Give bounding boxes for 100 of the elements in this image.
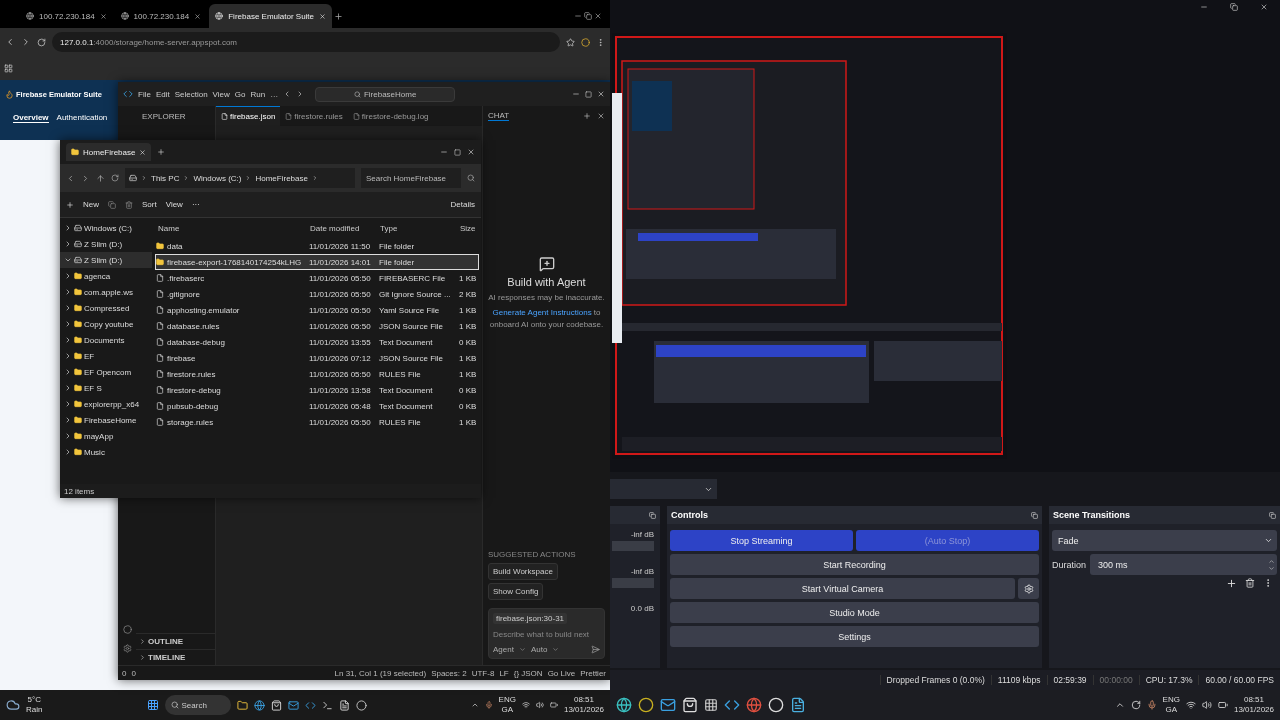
- apps-icon[interactable]: [4, 63, 13, 73]
- refresh-icon[interactable]: [111, 174, 119, 182]
- wifi-icon[interactable]: [1185, 700, 1196, 710]
- file-row[interactable]: storage.rules 11/01/2026 05:50 RULES File 1 KB: [155, 414, 479, 430]
- nav-item[interactable]: EF: [60, 348, 152, 364]
- control-button[interactable]: Start Virtual Camera: [670, 578, 1015, 599]
- status-item[interactable]: Prettier: [580, 668, 606, 678]
- status-item[interactable]: LF: [499, 668, 509, 678]
- close-icon[interactable]: [99, 12, 107, 20]
- close-icon[interactable]: [594, 12, 602, 20]
- browser-tab[interactable]: Firebase Emulator Suite: [209, 4, 333, 28]
- nav-item[interactable]: FirebaseHome: [60, 412, 152, 428]
- volume-icon[interactable]: [535, 701, 544, 709]
- chevron-icon[interactable]: [470, 701, 479, 709]
- status-item[interactable]: Spaces: 2: [431, 668, 467, 678]
- maximize-icon[interactable]: [454, 148, 461, 156]
- status-item[interactable]: {} JSON: [513, 668, 543, 678]
- file-row[interactable]: firebase 11/01/2026 07:12 JSON Source File 1 KB: [155, 350, 479, 366]
- column-header[interactable]: Date modified: [307, 223, 377, 233]
- file-row[interactable]: .firebaserc 11/01/2026 05:50 FIREBASERC File 1 KB: [155, 270, 479, 286]
- send-icon[interactable]: [591, 645, 600, 654]
- add-icon[interactable]: [1226, 578, 1237, 589]
- instructions-link[interactable]: Generate Agent Instructions: [492, 308, 592, 318]
- new-tab-icon[interactable]: [157, 148, 166, 156]
- status-item[interactable]: UTF-8: [471, 668, 495, 678]
- start-icon[interactable]: [146, 699, 159, 711]
- nav-item[interactable]: mayApp: [60, 428, 152, 444]
- menu-item[interactable]: Edit: [155, 89, 170, 99]
- nav-item[interactable]: Music: [60, 444, 152, 460]
- search-field[interactable]: Search HomeFirebase: [361, 168, 461, 188]
- chat-input[interactable]: Describe what to build next: [493, 630, 600, 639]
- close-icon[interactable]: [597, 112, 605, 120]
- transition-dropdown[interactable]: Fade: [1052, 530, 1277, 551]
- menu-item[interactable]: Selection: [174, 89, 208, 99]
- close-icon[interactable]: [319, 12, 327, 20]
- nav-item[interactable]: Documents: [60, 332, 152, 348]
- column-header[interactable]: Type: [377, 223, 457, 233]
- menu-item[interactable]: Go: [234, 89, 246, 99]
- file-row[interactable]: .gitignore 11/01/2026 05:50 Git Ignore Source ... 2 KB: [155, 286, 479, 302]
- file-row[interactable]: database-debug 11/01/2026 13:55 Text Document 0 KB: [155, 334, 479, 350]
- volume-icon[interactable]: [1201, 700, 1212, 710]
- close-icon[interactable]: [597, 90, 605, 98]
- nav-item[interactable]: Compressed: [60, 300, 152, 316]
- undock-icon[interactable]: [1269, 511, 1276, 519]
- back-icon[interactable]: [66, 173, 75, 183]
- new-button[interactable]: New: [83, 200, 99, 209]
- file-row[interactable]: firestore-debug 11/01/2026 13:58 Text Document 0 KB: [155, 382, 479, 398]
- back-icon[interactable]: [5, 37, 15, 47]
- control-button[interactable]: Start Recording: [670, 554, 1039, 575]
- circle-icon[interactable]: [768, 697, 784, 713]
- file-row[interactable]: database.rules 11/01/2026 05:50 JSON Source File 1 KB: [155, 318, 479, 334]
- control-button[interactable]: Settings: [670, 626, 1039, 647]
- close-icon[interactable]: [139, 148, 147, 156]
- terminal-icon[interactable]: [321, 699, 333, 711]
- nav-item[interactable]: Copy youtube: [60, 316, 152, 332]
- status-item[interactable]: Go Live: [547, 668, 576, 678]
- folder-icon[interactable]: [236, 699, 248, 711]
- mail-icon[interactable]: [660, 697, 676, 713]
- file-row[interactable]: apphosting.emulator 11/01/2026 05:50 Yaml Source File 1 KB: [155, 302, 479, 318]
- file-row[interactable]: data 11/01/2026 11:50 File folder: [155, 238, 479, 254]
- wifi-icon[interactable]: [521, 701, 530, 709]
- view-button[interactable]: View: [165, 200, 183, 209]
- breadcrumb-item[interactable]: HomeFirebase: [255, 173, 308, 183]
- nav-item[interactable]: agenca: [60, 268, 152, 284]
- document-icon[interactable]: [338, 699, 350, 711]
- browser-tab[interactable]: 100.72.230.184: [114, 4, 208, 28]
- code-icon[interactable]: [724, 697, 740, 713]
- editor-tab[interactable]: firebase.json: [216, 106, 281, 126]
- globe-icon[interactable]: [746, 697, 762, 713]
- duration-field[interactable]: 300 ms: [1090, 554, 1277, 575]
- breadcrumb-item[interactable]: This PC: [151, 173, 180, 183]
- nav-item[interactable]: com.apple.ws: [60, 284, 152, 300]
- close-icon[interactable]: [194, 12, 202, 20]
- maximize-icon[interactable]: [585, 90, 592, 98]
- decrement-icon[interactable]: [1268, 564, 1275, 572]
- restore-icon[interactable]: [584, 12, 592, 20]
- nav-item[interactable]: Z Slim (D:): [60, 252, 152, 268]
- model-dropdown[interactable]: Auto: [530, 645, 548, 654]
- nav-item[interactable]: Z Slim (D:): [60, 236, 152, 252]
- delete-icon[interactable]: [1245, 578, 1255, 588]
- menu-item[interactable]: Run: [250, 89, 266, 99]
- nav-item[interactable]: explorerpp_x64: [60, 396, 152, 412]
- nav-item[interactable]: EF Opencom: [60, 364, 152, 380]
- search-field[interactable]: Search: [164, 695, 231, 715]
- bag-icon[interactable]: [682, 697, 698, 713]
- battery-icon[interactable]: [549, 701, 558, 709]
- close-icon[interactable]: [1260, 3, 1268, 11]
- circle-icon[interactable]: [638, 697, 654, 713]
- circle-icon[interactable]: [355, 699, 367, 711]
- chevron-icon[interactable]: [1114, 700, 1125, 710]
- apps-icon[interactable]: [704, 698, 718, 712]
- restore-icon[interactable]: [1230, 3, 1238, 11]
- new-tab-icon[interactable]: [334, 12, 344, 21]
- settings-button[interactable]: [1018, 578, 1039, 599]
- window-tab[interactable]: HomeFirebase: [66, 143, 152, 161]
- notepad-icon[interactable]: [790, 697, 806, 713]
- nav-tab[interactable]: Overview: [13, 113, 49, 123]
- nav-item[interactable]: Windows (C:): [60, 220, 152, 236]
- status-item[interactable]: Ln 31, Col 1 (19 selected): [334, 668, 427, 678]
- details-button[interactable]: Details: [450, 200, 475, 209]
